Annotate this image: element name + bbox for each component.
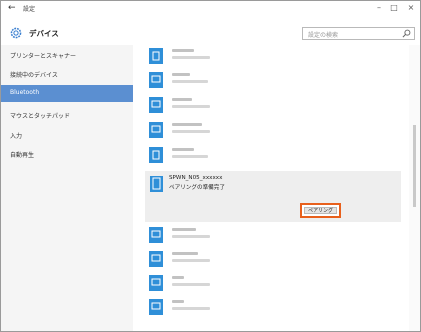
scrollbar[interactable] — [409, 45, 420, 331]
device-list-item[interactable] — [145, 95, 401, 116]
sidebar-item-label: 入力 — [10, 133, 23, 140]
device-list: SPWN_N05_xxxxxx ペアリングの準備完了 ペアリング — [133, 45, 409, 331]
pair-button-highlight: ペアリング — [300, 203, 341, 218]
device-status-blurred — [172, 56, 210, 59]
device-status-blurred — [172, 80, 208, 83]
device-list-item[interactable] — [145, 273, 401, 294]
back-arrow-icon[interactable]: ← — [8, 3, 16, 13]
device-icon — [149, 251, 163, 267]
phone-icon — [150, 176, 163, 192]
title-bar: ← 設定 – □ × — [1, 1, 420, 16]
sidebar-item-bluetooth[interactable]: Bluetooth — [1, 85, 133, 102]
device-name-blurred — [172, 300, 184, 303]
sidebar-item-label: 接続中のデバイス — [10, 72, 58, 79]
page-header: デバイス 設定の検索 — [1, 23, 420, 43]
maximize-button[interactable]: □ — [388, 3, 400, 12]
sidebar-item-mouse-touchpad[interactable]: マウスとタッチパッド — [1, 107, 133, 124]
device-name-blurred — [172, 228, 196, 231]
device-name-blurred — [172, 148, 194, 151]
pair-button[interactable]: ペアリング — [304, 207, 337, 214]
sidebar-item-printers[interactable]: プリンターとスキャナー — [1, 47, 133, 64]
scrollbar-thumb[interactable] — [413, 125, 416, 207]
search-placeholder: 設定の検索 — [308, 32, 339, 39]
device-list-item[interactable] — [145, 145, 401, 166]
device-list-item[interactable] — [145, 297, 401, 318]
device-icon — [149, 299, 163, 315]
device-icon — [149, 48, 163, 64]
device-list-item[interactable] — [145, 225, 401, 246]
close-button[interactable]: × — [405, 3, 417, 12]
device-status-blurred — [172, 155, 208, 158]
device-name-blurred — [172, 276, 184, 279]
device-icon — [149, 72, 163, 88]
device-name-blurred — [172, 98, 192, 101]
device-status: ペアリングの準備完了 — [169, 185, 225, 191]
sidebar-item-label: マウスとタッチパッド — [10, 113, 71, 120]
device-name-blurred — [172, 123, 202, 126]
sidebar-item-label: プリンターとスキャナー — [10, 53, 77, 60]
device-name: SPWN_N05_xxxxxx — [169, 175, 223, 181]
device-icon — [149, 97, 163, 113]
sidebar: プリンターとスキャナー 接続中のデバイス Bluetooth マウスとタッチパッ… — [1, 45, 133, 331]
sidebar-item-connected-devices[interactable]: 接続中のデバイス — [1, 66, 133, 83]
device-status-blurred — [172, 235, 210, 238]
device-list-item[interactable] — [145, 70, 401, 91]
sidebar-item-autoplay[interactable]: 自動再生 — [1, 146, 133, 163]
device-status-blurred — [172, 283, 210, 286]
page-title: デバイス — [29, 29, 59, 38]
device-list-item[interactable] — [145, 120, 401, 141]
settings-window: ← 設定 – □ × デバイス 設定の検索 プリンターとスキャナー 接続中のデバ… — [0, 0, 421, 332]
device-status-blurred — [172, 130, 210, 133]
window-title: 設定 — [23, 6, 36, 13]
search-input[interactable]: 設定の検索 — [302, 27, 415, 40]
device-list-item[interactable] — [145, 249, 401, 270]
device-list-item[interactable] — [145, 46, 401, 67]
device-name-blurred — [172, 252, 198, 255]
device-icon — [149, 122, 163, 138]
device-icon — [149, 227, 163, 243]
sidebar-item-label: 自動再生 — [10, 152, 35, 159]
device-status-blurred — [172, 259, 210, 262]
search-icon[interactable] — [402, 29, 411, 38]
device-status-blurred — [172, 307, 210, 310]
sidebar-item-input[interactable]: 入力 — [1, 127, 133, 144]
minimize-button[interactable]: – — [373, 3, 385, 12]
selected-device-panel[interactable]: SPWN_N05_xxxxxx ペアリングの準備完了 ペアリング — [145, 171, 401, 222]
device-icon — [149, 147, 163, 163]
device-name-blurred — [172, 73, 190, 76]
device-status-blurred — [172, 105, 210, 108]
device-name-blurred — [172, 49, 194, 52]
gear-icon — [10, 27, 22, 39]
device-icon — [149, 275, 163, 291]
sidebar-item-label: Bluetooth — [10, 89, 40, 96]
